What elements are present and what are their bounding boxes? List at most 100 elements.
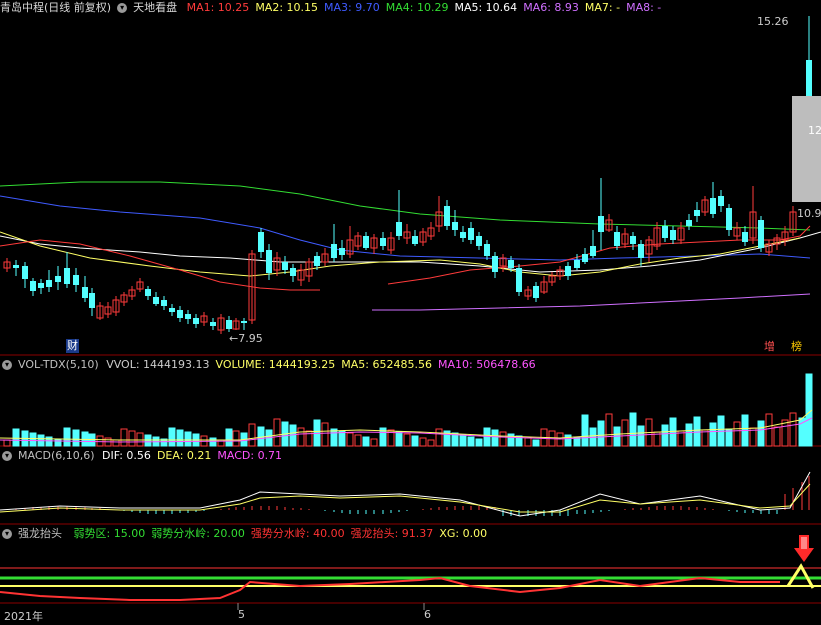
x-axis-june: 6 [424, 608, 431, 621]
volume-bar-71 [581, 414, 589, 447]
vol-panel-header: ▾ VOL-TDX(5,10) VVOL: 1444193.13 VOLUME: 1… [0, 357, 548, 373]
qlt-indicator-name[interactable]: 强龙抬头 [18, 527, 62, 540]
chevron-down-icon[interactable]: ▾ [2, 529, 12, 539]
candle-body-21 [177, 310, 183, 318]
qlt-item-2: 强势分水岭: 40.00 [250, 527, 345, 540]
volume-bar-14 [120, 428, 128, 447]
candle-body-71 [582, 254, 588, 262]
chevron-down-icon[interactable]: ▾ [2, 451, 12, 461]
candle-body-62 [508, 260, 514, 268]
candle-body-34 [282, 262, 288, 270]
chevron-down-icon[interactable]: ▾ [2, 360, 12, 370]
ma-item-1: MA2: 10.15 [255, 1, 319, 14]
candle-body-56 [460, 232, 466, 238]
candle-body-73 [598, 216, 604, 232]
candle-body-18 [153, 297, 159, 304]
qlt-curve [0, 576, 780, 601]
candle-body-70 [574, 260, 580, 268]
volume-bar-69 [564, 434, 572, 447]
main-panel-header: 青岛中程(日线 前复权) ▾ 天地看盘 MA1: 10.25 MA2: 10.15 MA… [0, 0, 673, 16]
vol-indicator-name[interactable]: VOL-TDX(5,10) [18, 358, 99, 371]
volume-bar-50 [411, 435, 419, 447]
volume-bar-43 [354, 434, 362, 447]
qlt-item-1: 弱势分水岭: 20.00 [151, 527, 245, 540]
macd-item-0: DIF: 0.56 [102, 449, 151, 462]
stock-title[interactable]: 青岛中程(日线 前复权) [0, 1, 111, 14]
candle-body-60 [492, 256, 498, 272]
candle-body-93 [758, 220, 764, 248]
candle-body-99 [806, 60, 812, 100]
formula-name[interactable]: 天地看盘 [133, 1, 177, 14]
candle-body-48 [396, 222, 402, 236]
volume-bar-81 [661, 424, 669, 447]
candle-body-87 [710, 198, 716, 214]
volume-bar-45 [370, 438, 378, 447]
candle-body-1 [13, 265, 19, 268]
candle-body-32 [266, 250, 272, 273]
ma-item-0: MA1: 10.25 [186, 1, 250, 14]
volume-bar-25 [209, 437, 217, 447]
volume-bar-33 [273, 418, 281, 447]
candle-body-7 [64, 268, 70, 284]
volume-bar-93 [757, 420, 765, 447]
candle-body-59 [484, 244, 490, 256]
vol-item-2: MA5: 652485.56 [341, 358, 432, 371]
volume-bar-60 [491, 429, 499, 447]
ma-item-5: MA6: 8.93 [523, 1, 579, 14]
volume-bar-3 [29, 432, 37, 447]
finance-badge[interactable]: 财 [66, 339, 79, 353]
volume-bar-90 [733, 421, 741, 447]
candle-body-20 [169, 308, 175, 312]
candle-body-31 [258, 232, 264, 252]
macd-indicator-name[interactable]: MACD(6,10,6) [18, 449, 95, 462]
panel-dividers [0, 354, 821, 610]
low-price-label: ←7.95 [229, 332, 263, 345]
volume-bar-30 [248, 423, 256, 447]
candlesticks[interactable] [3, 16, 812, 334]
candle-body-29 [241, 321, 247, 323]
volume-bar-59 [483, 427, 491, 447]
increase-badge[interactable]: 增 [763, 340, 776, 354]
qianglong-chart [0, 563, 821, 601]
candle-body-77 [630, 236, 636, 244]
main-ma-lines [0, 181, 821, 311]
candle-body-6 [55, 276, 61, 282]
qlt-item-3: 强龙抬头: 91.37 [350, 527, 434, 540]
volume-bar-11 [96, 435, 104, 447]
rank-badge[interactable]: 榜 [790, 340, 803, 354]
volume-bar-95 [773, 426, 781, 447]
ma-item-2: MA3: 9.70 [324, 1, 380, 14]
volume-bar-39 [321, 422, 329, 447]
volume-bar-1 [12, 428, 20, 447]
candle-body-22 [185, 314, 191, 319]
ma-item-6: MA7: - [584, 1, 621, 14]
volume-bar-42 [346, 432, 354, 447]
ma6-line [372, 293, 811, 311]
volume-bar-74 [605, 413, 613, 447]
volume-bar-85 [693, 416, 701, 447]
ma-item-4: MA5: 10.64 [454, 1, 518, 14]
candle-body-17 [145, 289, 151, 296]
chevron-down-icon[interactable]: ▾ [117, 3, 128, 13]
candle-body-89 [726, 208, 732, 230]
volume-bar-82 [669, 417, 677, 447]
volume-bar-51 [419, 437, 427, 447]
macd-legend: DIF: 0.56 DEA: 0.21 MACD: 0.71 [102, 449, 288, 462]
volume-bar-28 [232, 430, 240, 447]
volume-bar-73 [597, 420, 605, 447]
volume-bar-36 [297, 427, 305, 447]
qlt-legend: 弱势区: 15.00 弱势分水岭: 20.00 强势分水岭: 40.00 强龙抬头: … [74, 527, 494, 540]
volume-bar-78 [637, 425, 645, 447]
candle-body-2 [22, 266, 28, 279]
volume-bar-21 [176, 429, 184, 447]
volume-bar-97 [789, 412, 797, 447]
candle-body-84 [686, 220, 692, 226]
qlt-item-0: 弱势区: 15.00 [73, 527, 146, 540]
volume-bar-6 [54, 438, 62, 447]
candle-body-55 [452, 222, 458, 230]
volume-bar-7 [63, 427, 71, 447]
volume-bar-16 [136, 432, 144, 447]
candle-body-46 [380, 238, 386, 246]
volume-bar-65 [532, 439, 540, 447]
candle-body-41 [339, 248, 345, 255]
